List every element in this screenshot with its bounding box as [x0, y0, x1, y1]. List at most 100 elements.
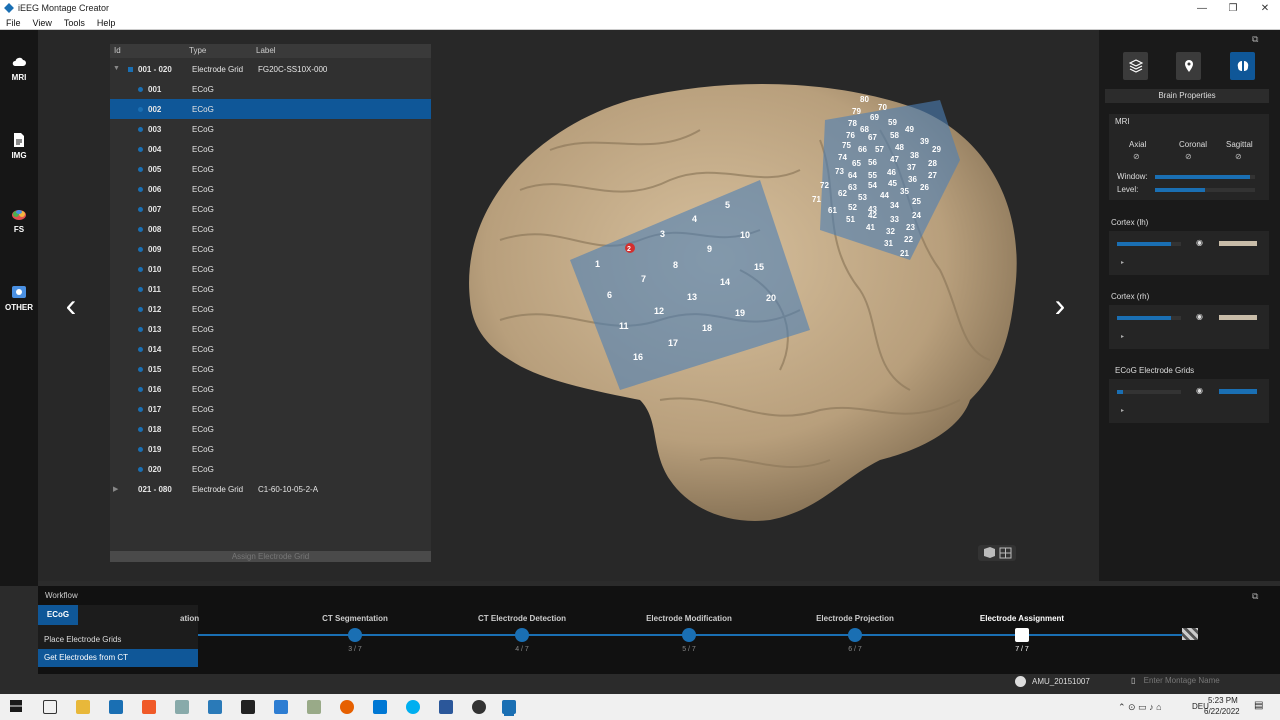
- app-icon[interactable]: [208, 700, 222, 714]
- step-check-icon[interactable]: [348, 628, 362, 642]
- table-row[interactable]: 017 ECoG: [110, 399, 431, 419]
- electrode-label: 35: [900, 187, 909, 196]
- table-row[interactable]: 016 ECoG: [110, 379, 431, 399]
- sidebar-item-mri[interactable]: MRI: [0, 54, 38, 82]
- table-row[interactable]: 007 ECoG: [110, 199, 431, 219]
- menu-help[interactable]: Help: [91, 18, 122, 28]
- table-row[interactable]: 011 ECoG: [110, 279, 431, 299]
- menu-view[interactable]: View: [27, 18, 58, 28]
- sidebar-item-img[interactable]: IMG: [0, 132, 38, 160]
- table-row[interactable]: 002 ECoG: [110, 99, 431, 119]
- skype-icon[interactable]: [406, 700, 420, 714]
- table-row[interactable]: 001 ECoG: [110, 79, 431, 99]
- app-icon[interactable]: [472, 700, 486, 714]
- electrode-color-dot: [138, 167, 143, 172]
- layers-tab[interactable]: [1123, 52, 1148, 80]
- table-row[interactable]: 018 ECoG: [110, 419, 431, 439]
- workflow-float-icon[interactable]: ⧉: [1252, 591, 1258, 602]
- step-check-icon[interactable]: [848, 628, 862, 642]
- view-toggle[interactable]: [978, 545, 1016, 561]
- table-row[interactable]: 020 ECoG: [110, 459, 431, 479]
- cortex-lh-eye-icon[interactable]: ◉: [1196, 238, 1203, 247]
- table-row[interactable]: 003 ECoG: [110, 119, 431, 139]
- tree-group-row[interactable]: ▼ 001 - 020 Electrode Grid FG20C-SS10X-0…: [110, 59, 431, 79]
- grid-app-icon[interactable]: [373, 700, 387, 714]
- brain-tab[interactable]: [1230, 52, 1255, 80]
- file-explorer-icon[interactable]: [76, 700, 90, 714]
- minimize-button[interactable]: —: [1187, 0, 1217, 16]
- table-row[interactable]: 012 ECoG: [110, 299, 431, 319]
- app-icon[interactable]: [109, 700, 123, 714]
- menu-tools[interactable]: Tools: [58, 18, 91, 28]
- cortex-rh-opacity-slider[interactable]: [1117, 316, 1181, 320]
- expand-icon[interactable]: ▸: [1121, 333, 1124, 340]
- terminal-icon[interactable]: [241, 700, 255, 714]
- ieeg-app-icon[interactable]: [502, 700, 516, 714]
- restore-button[interactable]: ❐: [1218, 0, 1248, 16]
- table-row[interactable]: 014 ECoG: [110, 339, 431, 359]
- table-row[interactable]: 008 ECoG: [110, 219, 431, 239]
- table-row[interactable]: 010 ECoG: [110, 259, 431, 279]
- prev-arrow-icon[interactable]: ‹: [58, 288, 84, 322]
- word-icon[interactable]: [439, 700, 453, 714]
- ecog-eye-icon[interactable]: ◉: [1196, 386, 1203, 395]
- table-row[interactable]: 013 ECoG: [110, 319, 431, 339]
- edit-icon[interactable]: [1015, 628, 1029, 642]
- header-type[interactable]: Type: [189, 46, 206, 55]
- cortex-lh-color-swatch[interactable]: [1219, 241, 1257, 246]
- table-row[interactable]: 005 ECoG: [110, 159, 431, 179]
- table-row[interactable]: 004 ECoG: [110, 139, 431, 159]
- workflow-menu-header[interactable]: ECoG: [38, 605, 78, 625]
- menu-get-electrodes-from-ct[interactable]: Get Electrodes from CT: [38, 649, 198, 667]
- search-app-icon[interactable]: [307, 700, 321, 714]
- brave-icon[interactable]: [142, 700, 156, 714]
- menu-place-electrode-grids[interactable]: Place Electrode Grids: [38, 631, 198, 649]
- expand-icon[interactable]: ▸: [1121, 407, 1124, 414]
- header-label[interactable]: Label: [256, 46, 276, 55]
- finish-flag-icon[interactable]: [1182, 628, 1198, 640]
- step-check-icon[interactable]: [515, 628, 529, 642]
- windows-start-icon[interactable]: [10, 700, 22, 712]
- expand-icon[interactable]: ▸: [1121, 259, 1124, 266]
- table-row[interactable]: 019 ECoG: [110, 439, 431, 459]
- tree-group-row[interactable]: ▶ 021 - 080 Electrode Grid C1-60-10-05-2…: [110, 479, 431, 499]
- sidebar-item-other[interactable]: OTHER: [0, 284, 38, 312]
- firefox-icon[interactable]: [340, 700, 354, 714]
- window-slider[interactable]: [1155, 175, 1255, 179]
- step-check-icon[interactable]: [682, 628, 696, 642]
- cortex-lh-opacity-slider[interactable]: [1117, 242, 1181, 246]
- coronal-eye-off-icon[interactable]: ⊘: [1185, 152, 1192, 161]
- axial-eye-off-icon[interactable]: ⊘: [1133, 152, 1140, 161]
- cortex-rh-color-swatch[interactable]: [1219, 315, 1257, 320]
- notification-icon[interactable]: ▤: [1254, 700, 1263, 711]
- montage-name-input[interactable]: ▯ Enter Montage Name: [1131, 676, 1220, 685]
- assign-electrode-grid-button[interactable]: Assign Electrode Grid: [110, 551, 431, 562]
- header-id[interactable]: Id: [114, 46, 121, 55]
- ecog-color-swatch[interactable]: [1219, 389, 1257, 394]
- table-row[interactable]: 009 ECoG: [110, 239, 431, 259]
- electrode-label: 58: [890, 131, 899, 140]
- clock-time[interactable]: 5:23 PM: [1208, 696, 1238, 705]
- location-tab[interactable]: [1176, 52, 1201, 80]
- clock-date[interactable]: 6/22/2022: [1204, 707, 1240, 716]
- sagittal-eye-off-icon[interactable]: ⊘: [1235, 152, 1242, 161]
- table-row[interactable]: 006 ECoG: [110, 179, 431, 199]
- sidebar-item-fs[interactable]: FS: [0, 206, 38, 234]
- task-view-icon[interactable]: [43, 700, 57, 714]
- app-icon[interactable]: [175, 700, 189, 714]
- next-arrow-icon[interactable]: ›: [1047, 288, 1073, 322]
- collapse-icon[interactable]: ▼: [113, 65, 120, 72]
- workflow-step-label-active: Electrode Assignment: [979, 614, 1065, 623]
- table-row[interactable]: 015 ECoG: [110, 359, 431, 379]
- ecog-opacity-slider[interactable]: [1117, 390, 1181, 394]
- electrode-label: 80: [860, 95, 869, 104]
- panel-float-icon[interactable]: ⧉: [1252, 34, 1258, 45]
- cortex-rh-eye-icon[interactable]: ◉: [1196, 312, 1203, 321]
- system-tray-icon[interactable]: ⌃ ⊙ ▭ ♪ ⌂: [1118, 702, 1162, 713]
- level-slider[interactable]: [1155, 188, 1255, 192]
- brain-render[interactable]: 1 2 3 4 5 6 7 8 9 10 11 12 13 14 15 16 1…: [440, 70, 1040, 540]
- todo-icon[interactable]: [274, 700, 288, 714]
- expand-icon[interactable]: ▶: [113, 485, 118, 493]
- menu-file[interactable]: File: [0, 18, 27, 28]
- close-button[interactable]: ✕: [1250, 0, 1280, 16]
